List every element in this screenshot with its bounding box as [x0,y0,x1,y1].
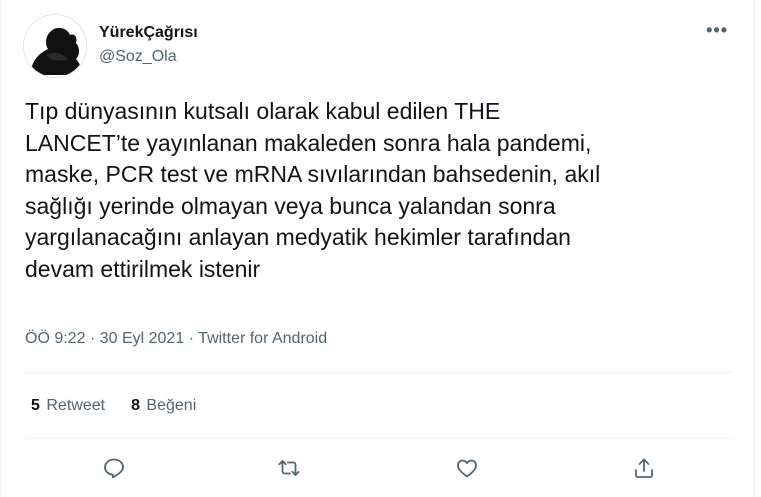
tweet-card: YürekÇağrısı @Soz_Ola ••• Tıp dünyasının… [0,0,755,497]
meta-separator: · [188,330,195,347]
like-button[interactable] [451,452,483,484]
tweet-text: Tıp dünyasının kutsalı olarak kabul edil… [25,98,601,282]
user-handle[interactable]: @Soz_Ola [99,47,198,67]
meta-separator: · [89,330,96,347]
tweet-time[interactable]: ÖÖ 9:22 [25,330,85,347]
tweet-stats: 5 Retweet 8 Beğeni [31,397,222,415]
reply-icon [104,458,124,479]
silhouette-avatar-icon [24,15,86,77]
divider [25,372,733,373]
tweet-header: YürekÇağrısı @Soz_Ola [23,14,198,78]
avatar[interactable] [23,14,87,78]
author-names: YürekÇağrısı @Soz_Ola [99,23,198,67]
like-stat[interactable]: 8 Beğeni [131,397,196,415]
like-icon [457,459,477,478]
like-count: 8 [131,397,140,414]
retweet-icon [278,460,300,476]
tweet-date[interactable]: 30 Eyl 2021 [100,330,185,347]
like-label: Beğeni [146,397,197,414]
action-bar [1,452,756,484]
retweet-count: 5 [31,397,40,414]
display-name[interactable]: YürekÇağrısı [99,23,198,43]
retweet-button[interactable] [273,452,305,484]
share-button[interactable] [628,452,660,484]
tweet-meta: ÖÖ 9:22 · 30 Eyl 2021 · Twitter for Andr… [25,330,327,348]
retweet-label: Retweet [46,397,106,414]
divider [25,438,733,439]
share-icon [635,458,653,478]
tweet-source[interactable]: Twitter for Android [198,330,327,347]
retweet-stat[interactable]: 5 Retweet [31,397,105,415]
more-options-icon[interactable]: ••• [706,21,728,39]
reply-button[interactable] [98,452,130,484]
